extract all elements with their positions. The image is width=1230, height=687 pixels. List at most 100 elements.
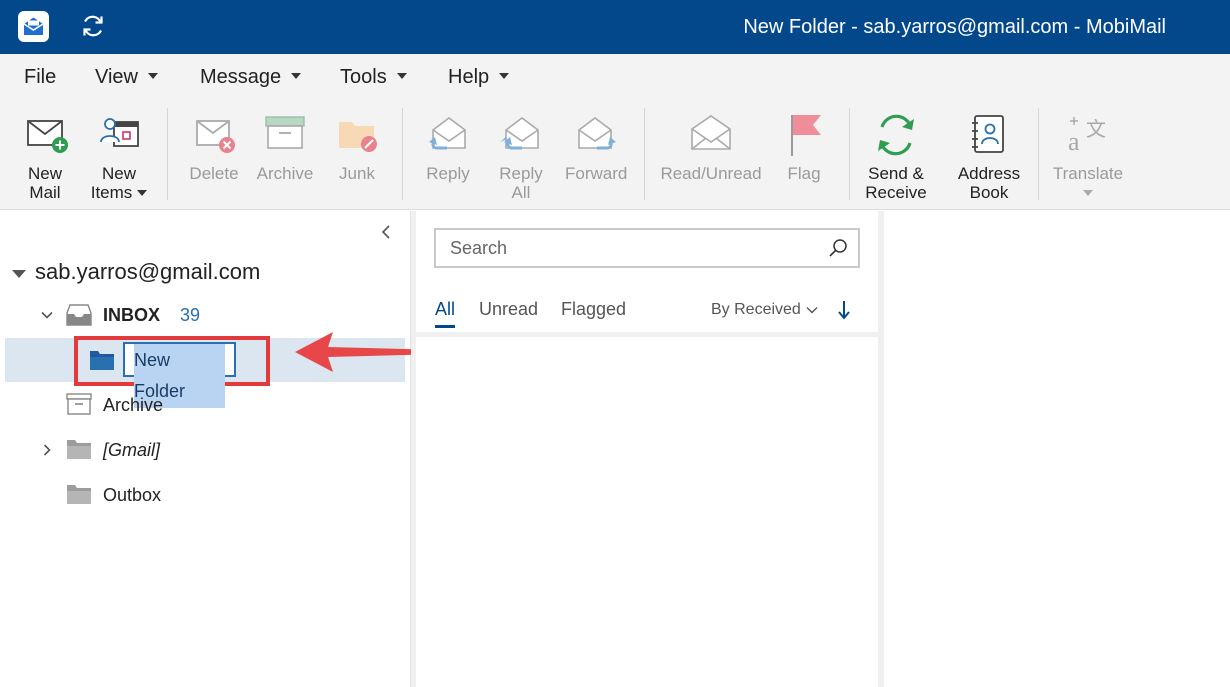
search-icon[interactable] [828,238,848,258]
flag-icon [791,115,821,156]
folder-pane: sab.yarros@gmail.com INBOX 39 New Folder… [0,211,411,687]
delete-icon [196,120,235,153]
menu-tools-label: Tools [340,66,387,88]
menu-file-label: File [24,66,57,88]
caret-down-icon [137,189,148,196]
reply-button[interactable]: Reply [420,112,476,204]
title-bar: New Folder - sab.yarros@gmail.com - Mobi… [0,0,1230,54]
menu-help-label: Help [448,66,490,88]
junk-label: Junk [339,164,375,183]
caret-down-icon [396,72,407,79]
message-list-pane: All Unread Flagged By Received [416,211,878,687]
folder-inbox[interactable]: INBOX 39 [0,295,405,335]
chevron-down-icon[interactable] [806,304,818,316]
menu-bar: File View Message Tools Help [0,54,1230,100]
forward-icon [578,117,616,150]
menu-view-label: View [95,66,138,88]
new-items-label-2: Items [90,183,133,202]
sort-descending-icon[interactable] [837,299,851,321]
chevron-down-icon[interactable] [41,309,53,321]
reply-label: Reply [426,164,470,183]
caret-down-icon [12,270,26,278]
read-unread-button[interactable]: Read/Unread [660,112,762,204]
collapse-pane-icon[interactable] [378,223,394,241]
ribbon-separator [402,108,403,200]
reply-icon [429,117,466,150]
ribbon-separator [849,108,850,200]
ribbon-separator [167,108,168,200]
search-box [434,228,860,268]
reply-all-label: Reply [499,164,543,183]
address-book-label-2: Book [969,183,1009,202]
address-book-icon [972,115,1004,153]
tab-all[interactable]: All [435,299,455,320]
folder-archive-label: Archive [103,395,164,415]
menu-tools[interactable]: Tools [340,66,407,89]
reading-pane [884,211,1230,687]
folder-archive[interactable]: Archive [0,385,405,425]
address-book-button[interactable]: Address Book [954,112,1024,204]
translate-label: Translate [1052,164,1124,183]
new-items-button[interactable]: New Items [88,112,150,204]
junk-button[interactable]: Junk [330,112,384,204]
translate-icon: a 文 [1068,117,1106,156]
folder-icon [67,485,91,504]
svg-text:a: a [1068,127,1080,156]
reply-all-icon [500,117,539,150]
delete-label: Delete [189,164,239,183]
send-receive-label-2: Receive [865,183,927,202]
sort-by-button[interactable]: By Received [711,301,801,319]
unread-count-badge: 39 [180,305,201,325]
delete-button[interactable]: Delete [186,112,242,204]
read-unread-icon [691,115,731,150]
folder-rename-input[interactable]: New Folder [123,342,236,408]
new-mail-button[interactable]: New Mail [18,112,72,204]
flag-button[interactable]: Flag [778,112,830,204]
svg-text:文: 文 [1086,117,1106,141]
flag-label: Flag [787,164,821,183]
menu-message[interactable]: Message [200,66,302,89]
chevron-right-icon[interactable] [41,444,53,456]
folder-icon [67,440,91,459]
reply-all-button[interactable]: Reply All [491,112,551,204]
archive-folder-icon [66,393,92,415]
tab-unread[interactable]: Unread [479,299,538,320]
ribbon-separator [1038,108,1039,200]
new-items-label: New [101,164,136,183]
caret-down-icon [499,72,510,79]
send-receive-button[interactable]: Send & Receive [862,112,930,204]
inbox-icon [66,304,92,326]
folder-outbox-label: Outbox [103,485,162,505]
folder-inbox-label: INBOX [103,305,161,325]
translate-button[interactable]: a 文 Translate [1050,112,1126,204]
send-receive-label: Send & [868,164,924,183]
folder-outbox[interactable]: Outbox [0,475,405,515]
address-book-label: Address [957,164,1021,183]
window-title: New Folder - sab.yarros@gmail.com - Mobi… [743,16,1166,38]
new-mail-label-2: Mail [29,183,61,202]
search-input[interactable] [436,230,816,266]
folder-gmail-label: [Gmail] [103,440,161,460]
new-mail-label: New [27,164,62,183]
archive-icon [265,116,305,149]
mobimail-logo-icon[interactable] [18,11,49,42]
account-name: sab.yarros@gmail.com [35,259,261,284]
junk-icon [339,122,377,152]
archive-button[interactable]: Archive [256,112,314,204]
forward-button[interactable]: Forward [565,112,627,204]
active-tab-indicator [435,325,455,328]
caret-down-icon [148,72,158,79]
caret-down-icon [291,72,302,79]
menu-help[interactable]: Help [448,66,510,89]
sync-icon[interactable] [80,13,106,39]
caret-down-icon [1083,189,1093,196]
tab-flagged[interactable]: Flagged [561,299,626,320]
send-receive-icon [878,114,914,156]
archive-label: Archive [256,164,314,183]
menu-view[interactable]: View [95,66,158,89]
menu-file[interactable]: File [24,66,56,89]
ribbon-toolbar: New Mail New Items Delete Archive Junk R… [0,100,1230,210]
new-items-icon [100,118,139,147]
reply-all-label-2: All [511,183,531,202]
folder-gmail[interactable]: [Gmail] [0,430,405,470]
